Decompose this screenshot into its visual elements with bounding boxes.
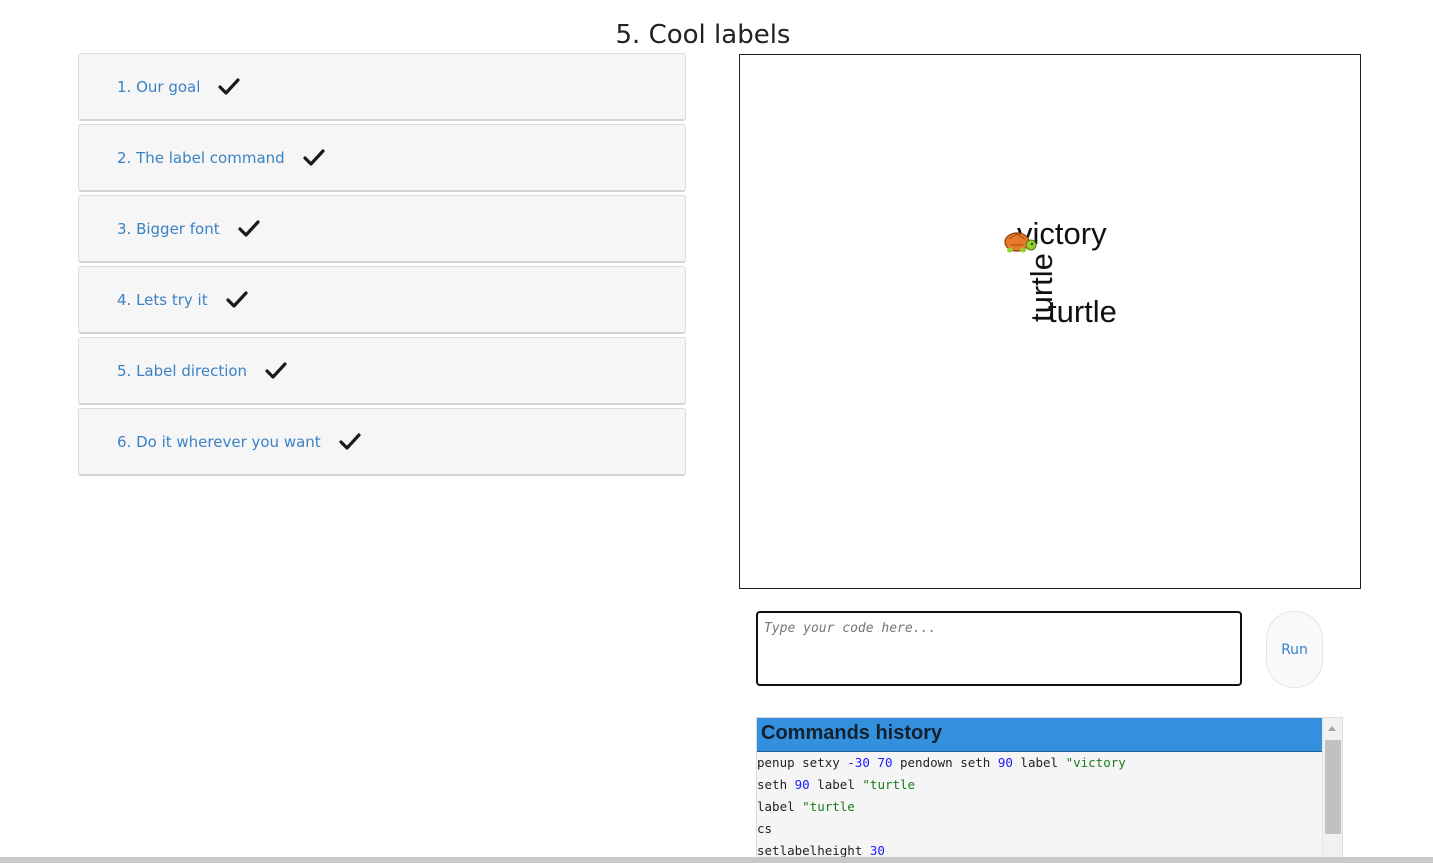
- scrollbar-thumb[interactable]: [1325, 740, 1341, 834]
- step-item[interactable]: 2. The label command: [78, 124, 686, 192]
- steps-list: 1. Our goal 2. The label command 3. Bigger…: [78, 53, 686, 479]
- window-horizontal-scrollbar[interactable]: [0, 857, 1433, 863]
- step-item[interactable]: 1. Our goal: [78, 53, 686, 121]
- history-token: pendown seth: [892, 755, 998, 770]
- step-link[interactable]: 4. Lets try it: [117, 291, 208, 309]
- checkmark-icon: [218, 77, 240, 96]
- code-input[interactable]: [756, 611, 1242, 686]
- page-title: 5. Cool labels: [615, 20, 791, 51]
- history-token: 70: [877, 755, 893, 770]
- canvas-label-turtle: turtle: [1048, 294, 1117, 329]
- history-token: label: [809, 777, 863, 792]
- history-token: "turtle: [862, 777, 916, 792]
- history-token: 30: [869, 843, 885, 858]
- commands-history: Commands history penup setxy -30 70 pend…: [756, 717, 1343, 863]
- scroll-up-arrow-icon[interactable]: [1328, 726, 1336, 731]
- checkmark-icon: [265, 361, 287, 380]
- history-line[interactable]: penup setxy -30 70 pendown seth 90 label…: [757, 752, 1323, 774]
- checkmark-icon: [303, 148, 325, 167]
- checkmark-icon: [339, 432, 361, 451]
- step-item[interactable]: 4. Lets try it: [78, 266, 686, 334]
- history-token: 90: [997, 755, 1013, 770]
- turtle-drawing: victory turtle turtle: [1004, 216, 1117, 329]
- step-item[interactable]: 5. Label direction: [78, 337, 686, 405]
- turtle-canvas[interactable]: victory turtle turtle: [739, 54, 1361, 589]
- step-link[interactable]: 1. Our goal: [117, 78, 200, 96]
- history-token: label: [757, 799, 803, 814]
- history-scrollbar[interactable]: [1322, 718, 1342, 862]
- step-link[interactable]: 2. The label command: [117, 149, 285, 167]
- history-token: "victory: [1065, 755, 1126, 770]
- history-title: Commands history: [757, 718, 1323, 752]
- history-token: setlabelheight: [757, 843, 870, 858]
- history-line[interactable]: cs: [757, 818, 1323, 840]
- history-line[interactable]: label "turtle: [757, 796, 1323, 818]
- step-item[interactable]: 6. Do it wherever you want: [78, 408, 686, 476]
- step-item[interactable]: 3. Bigger font: [78, 195, 686, 263]
- history-token: 90: [794, 777, 810, 792]
- history-token: "turtle: [802, 799, 855, 814]
- checkmark-icon: [237, 219, 260, 238]
- history-token: penup setxy: [757, 755, 848, 770]
- step-link[interactable]: 6. Do it wherever you want: [117, 433, 321, 451]
- step-link[interactable]: 3. Bigger font: [117, 220, 220, 238]
- history-line[interactable]: seth 90 label "turtle: [757, 774, 1323, 796]
- history-token: -30: [847, 755, 870, 770]
- run-button[interactable]: Run: [1266, 611, 1323, 688]
- history-token: seth: [757, 777, 795, 792]
- step-link[interactable]: 5. Label direction: [117, 362, 247, 380]
- history-token: label: [1012, 755, 1066, 770]
- history-token: cs: [757, 821, 773, 836]
- checkmark-icon: [226, 290, 248, 309]
- history-list: penup setxy -30 70 pendown seth 90 label…: [757, 752, 1323, 862]
